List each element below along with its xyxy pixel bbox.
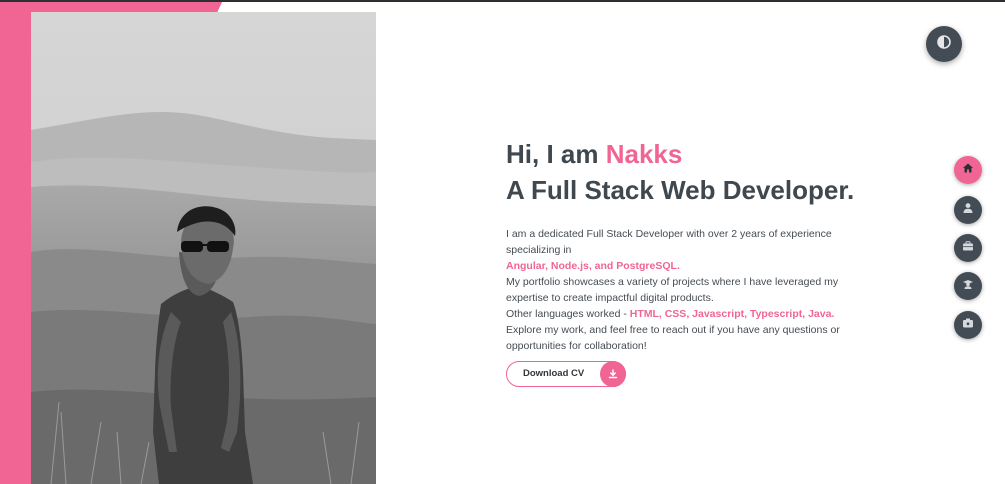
contrast-icon [937,34,951,54]
nav-contact-button[interactable] [954,311,982,339]
home-icon [962,161,974,179]
other-languages-list: HTML, CSS, Javascript, Typescript, Java. [629,308,835,320]
other-languages-line: Other languages worked - HTML, CSS, Java… [506,306,876,322]
intro-line-1: I am a dedicated Full Stack Developer wi… [506,228,832,256]
top-border [0,0,1005,2]
intro-line-2: My portfolio showcases a variety of proj… [506,276,839,304]
theme-toggle-button[interactable] [926,26,962,62]
contact-icon [962,316,974,334]
role-heading: A Full Stack Web Developer. [506,175,855,205]
graduate-icon [962,277,974,295]
nav-about-button[interactable] [954,196,982,224]
developer-name: Nakks [605,139,683,169]
skills-highlight: Angular, Node.js, and PostgreSQL. [506,260,680,272]
briefcase-icon [962,239,974,257]
greeting-prefix: Hi, I am [506,139,606,169]
accent-side-strip [0,2,31,484]
nav-education-button[interactable] [954,272,982,300]
download-icon [600,361,626,387]
intro-line-3: Explore my work, and feel free to reach … [506,324,840,352]
other-languages-prefix: Other languages worked - [506,308,630,320]
download-cv-button[interactable]: Download CV [506,361,626,387]
nav-home-button[interactable] [954,156,982,184]
nav-portfolio-button[interactable] [954,234,982,262]
intro-description: I am a dedicated Full Stack Developer wi… [506,226,876,354]
download-cv-label: Download CV [523,368,585,379]
profile-photo [31,12,376,484]
greeting-heading: Hi, I am Nakks [506,138,886,170]
hero-section: Hi, I am Nakks A Full Stack Web Develope… [506,138,886,354]
user-icon [962,201,974,219]
